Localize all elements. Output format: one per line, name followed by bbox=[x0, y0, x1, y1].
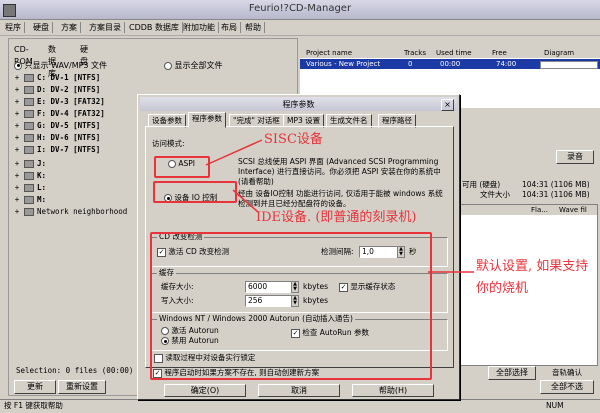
annotation-scsi: SISC设备 bbox=[264, 132, 323, 147]
annotation-ide: IDE设备. (即普通的刻录机) bbox=[256, 210, 417, 225]
arrow-scsi bbox=[205, 139, 263, 166]
arrow-ide bbox=[232, 189, 259, 213]
tab-program-params[interactable]: 程序参数 bbox=[188, 112, 226, 128]
annotation-default: 默认设置, 如果支持你的烧机 bbox=[476, 259, 589, 296]
